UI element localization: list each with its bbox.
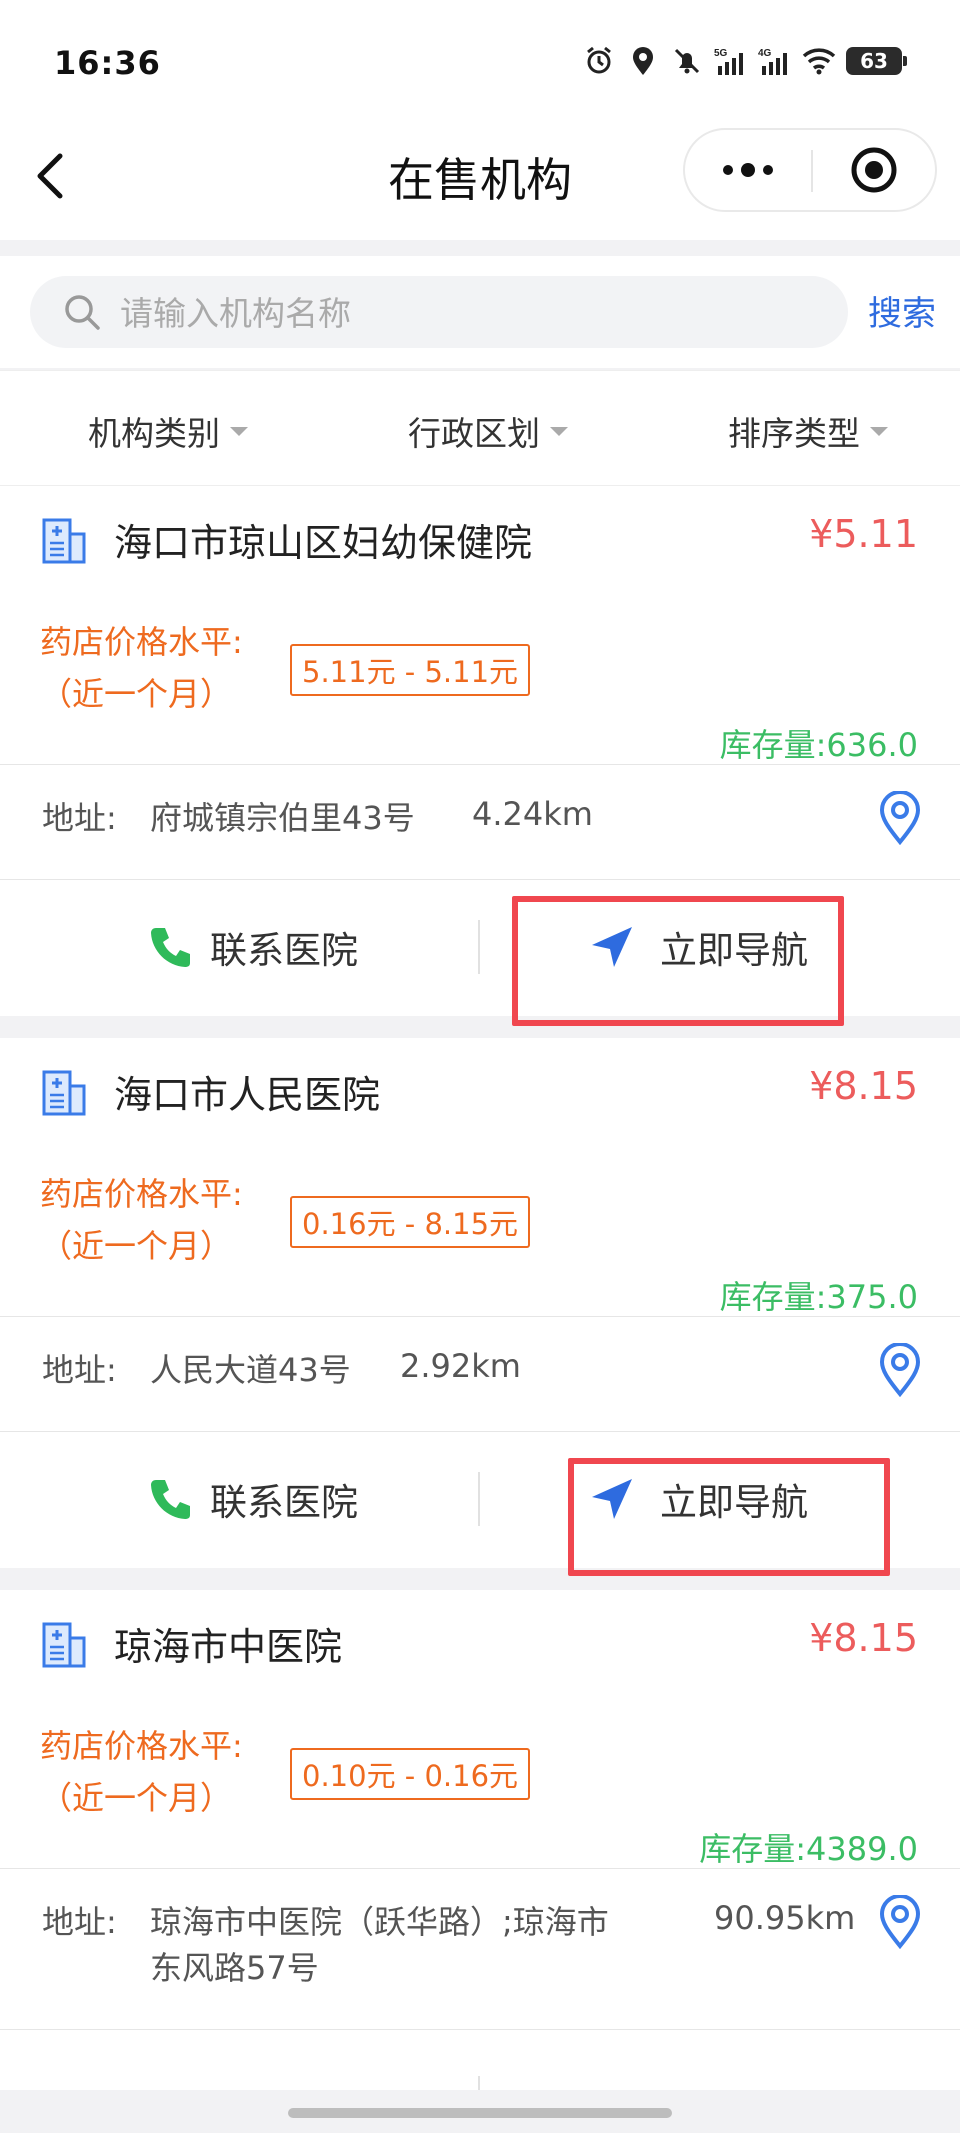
search-input[interactable] [118, 282, 822, 344]
stock-label: 库存量: [699, 1830, 807, 1868]
wifi-icon [802, 44, 836, 78]
contact-hospital-button[interactable]: 联系医院 [148, 920, 358, 974]
hospital-name: 琼海市中医院 [114, 1625, 343, 1669]
price-level-line1: 药店价格水平: [40, 1175, 243, 1213]
stock-text: 库存量:636.0 [720, 720, 918, 766]
price-level-line1: 药店价格水平: [40, 623, 243, 661]
price-level-label: 药店价格水平: （近一个月） [40, 616, 243, 720]
stock-value: 636.0 [826, 726, 918, 764]
more-dots-icon [722, 163, 773, 177]
hospital-price: ¥5.11 [809, 512, 918, 556]
status-time: 16:36 [54, 44, 161, 82]
target-circle-icon [851, 147, 897, 193]
price-range-badge: 5.11元 - 5.11元 [290, 644, 531, 696]
address-text: 人民大道43号 [150, 1351, 351, 1389]
price-range-badge: 0.16元 - 8.15元 [290, 1196, 531, 1248]
search-button[interactable]: 搜索 [868, 286, 936, 335]
action-divider [478, 920, 480, 974]
more-button[interactable] [685, 130, 810, 210]
address-label: 地址: [42, 1903, 117, 1941]
highlight-box [568, 1458, 890, 1576]
price-level-label: 药店价格水平: （近一个月） [40, 1168, 243, 1272]
filter-region[interactable]: 行政区划 [408, 407, 568, 455]
signal-5g-icon: 5G [714, 44, 748, 78]
map-pin-icon[interactable] [878, 1895, 922, 1949]
home-indicator [288, 2108, 672, 2118]
map-pin-icon[interactable] [878, 1343, 922, 1397]
search-box [30, 276, 848, 348]
hospital-price: ¥8.15 [809, 1616, 918, 1660]
svg-text:5G: 5G [714, 48, 728, 59]
address-row: 地址: 琼海市中医院（跃华路）;琼海市 东风路57号 90.95km [0, 1868, 960, 2030]
price-level-line2: （近一个月） [40, 1227, 233, 1265]
contact-hospital-label: 联系医院 [210, 929, 358, 972]
highlight-box [512, 896, 844, 1026]
phone-icon [151, 1480, 190, 1519]
filter-sort-label: 排序类型 [728, 414, 860, 453]
dropdown-caret-icon [550, 426, 568, 436]
status-icons: 5G 4G 63 [582, 44, 907, 78]
hospital-building-icon [42, 1622, 86, 1668]
map-pin-icon[interactable] [878, 791, 922, 845]
institution-card: 琼海市中医院 ¥8.15 药店价格水平: （近一个月） 0.10元 - 0.16元… [0, 1590, 960, 2090]
address-line2: 东风路57号 [150, 1949, 319, 1987]
distance-text: 90.95km [714, 1899, 856, 1937]
dropdown-caret-icon [870, 426, 888, 436]
card-header: 海口市人民医院 ¥8.15 [0, 1038, 960, 1138]
address-text: 府城镇宗伯里43号 [150, 799, 415, 837]
location-icon [626, 44, 660, 78]
distance-text: 4.24km [472, 795, 593, 833]
price-level-line1: 药店价格水平: [40, 1727, 243, 1765]
search-icon [65, 295, 100, 330]
battery-icon: 63 [846, 47, 907, 75]
signal-4g-icon: 4G [758, 44, 792, 78]
navigation-bar: 在售机构 [0, 120, 960, 240]
close-miniprogram-button[interactable] [813, 130, 935, 210]
price-level-line2: （近一个月） [40, 675, 233, 713]
filter-category-label: 机构类别 [88, 414, 220, 453]
card-header: 海口市琼山区妇幼保健院 ¥5.11 [0, 486, 960, 586]
price-range-badge: 0.10元 - 0.16元 [290, 1748, 531, 1800]
hospital-price: ¥8.15 [809, 1064, 918, 1108]
svg-text:4G: 4G [758, 48, 772, 59]
stock-text: 库存量:4389.0 [699, 1824, 918, 1870]
hospital-name: 海口市琼山区妇幼保健院 [114, 521, 533, 565]
dropdown-caret-icon [230, 426, 248, 436]
price-level-label: 药店价格水平: （近一个月） [40, 1720, 243, 1824]
filter-region-label: 行政区划 [408, 414, 540, 453]
price-level-line2: （近一个月） [40, 1779, 233, 1817]
address-label: 地址: [42, 799, 117, 837]
filter-bar: 机构类别 行政区划 排序类型 [0, 370, 960, 486]
stock-label: 库存量: [719, 726, 827, 764]
hospital-building-icon [42, 1070, 86, 1116]
address-text: 琼海市中医院（跃华路）;琼海市 东风路57号 [150, 1899, 609, 1991]
stock-value: 375.0 [826, 1278, 918, 1316]
hospital-building-icon [42, 518, 86, 564]
stock-value: 4389.0 [806, 1830, 918, 1868]
phone-icon [151, 928, 190, 967]
distance-text: 2.92km [400, 1347, 521, 1385]
card-header: 琼海市中医院 ¥8.15 [0, 1590, 960, 1690]
address-line1: 琼海市中医院（跃华路）;琼海市 [150, 1903, 609, 1941]
contact-hospital-button[interactable]: 联系医院 [148, 1472, 358, 1526]
hospital-name: 海口市人民医院 [114, 1073, 381, 1117]
address-label: 地址: [42, 1351, 117, 1389]
filter-category[interactable]: 机构类别 [88, 407, 248, 455]
miniprogram-capsule [683, 128, 937, 212]
contact-hospital-label: 联系医院 [210, 1481, 358, 1524]
action-divider [478, 1472, 480, 1526]
address-row: 地址: 人民大道43号 2.92km [0, 1316, 960, 1432]
search-bar: 搜索 [0, 256, 960, 368]
mute-bell-icon [670, 44, 704, 78]
status-bar: 16:36 5G 4G 63 [0, 0, 960, 120]
alarm-icon [582, 44, 616, 78]
address-row: 地址: 府城镇宗伯里43号 4.24km [0, 764, 960, 880]
stock-text: 库存量:375.0 [720, 1272, 918, 1318]
action-divider [478, 2076, 480, 2090]
stock-label: 库存量: [719, 1278, 827, 1316]
filter-sort[interactable]: 排序类型 [728, 407, 888, 455]
